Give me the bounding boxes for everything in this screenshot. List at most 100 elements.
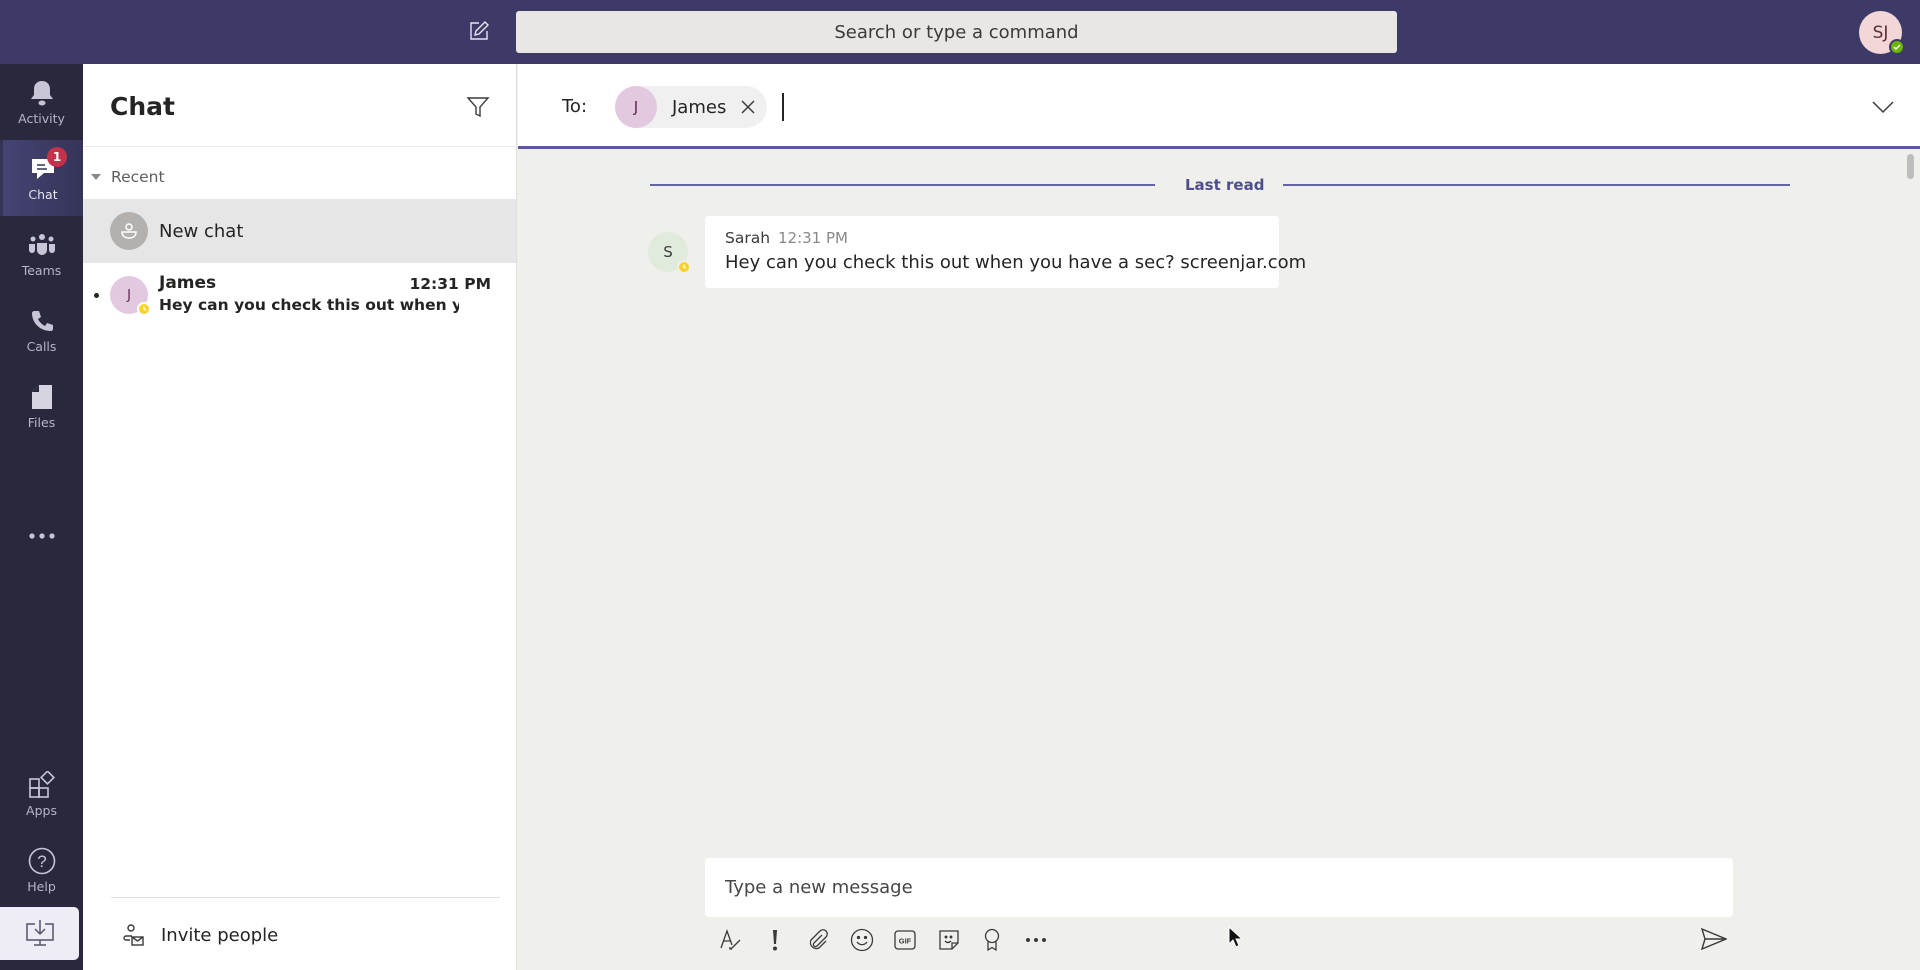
chat-list-header: Chat <box>83 64 517 147</box>
away-status-icon <box>137 302 151 316</box>
last-read-divider: Last read <box>650 176 1790 194</box>
emoji-button[interactable] <box>849 927 875 953</box>
profile-initials: SJ <box>1872 22 1889 43</box>
message-author: Sarah <box>725 229 771 247</box>
recent-section-toggle[interactable]: Recent <box>91 166 165 188</box>
send-icon <box>1701 928 1727 950</box>
compose-box <box>705 858 1733 917</box>
invite-people-button[interactable]: Invite people <box>111 914 278 956</box>
top-bar: Search or type a command SJ <box>0 0 1920 64</box>
recent-section-label: Recent <box>111 168 165 186</box>
person-icon <box>121 223 137 239</box>
ellipsis-icon <box>28 533 55 539</box>
gif-button[interactable]: GIF <box>892 927 918 953</box>
text-caret <box>782 93 784 121</box>
send-button[interactable] <box>1698 924 1730 954</box>
sticker-icon <box>938 930 959 950</box>
chat-name: James <box>159 273 217 293</box>
message-bubble[interactable]: Sarah 12:31 PM Hey can you check this ou… <box>705 216 1306 288</box>
remove-recipient-button[interactable] <box>738 97 758 117</box>
recipient-bar: To: J James <box>518 64 1920 149</box>
teams-icon <box>28 231 56 259</box>
new-chat-avatar <box>110 212 148 250</box>
list-item-chat[interactable]: J James 12:31 PM Hey can you check this … <box>83 263 516 327</box>
download-desktop-app-button[interactable] <box>0 907 79 960</box>
app-rail: Activity 1 Chat Teams Calls Files Apps ?… <box>0 64 86 970</box>
rail-item-teams[interactable]: Teams <box>0 216 83 292</box>
expand-recipients-button[interactable] <box>1870 94 1896 120</box>
file-icon <box>28 383 56 411</box>
rail-label: Apps <box>26 802 57 818</box>
rail-item-files[interactable]: Files <box>0 368 83 444</box>
rail-label: Calls <box>26 338 57 354</box>
message-time: 12:31 PM <box>778 229 848 247</box>
more-options-button[interactable] <box>1023 927 1049 953</box>
scrollbar[interactable] <box>1907 154 1914 179</box>
rail-item-apps[interactable]: Apps <box>0 756 83 832</box>
filter-icon <box>466 97 490 118</box>
search-command-box[interactable]: Search or type a command <box>516 11 1397 53</box>
chevron-down-icon <box>1872 101 1894 114</box>
caret-down-icon <box>91 174 101 180</box>
format-button[interactable] <box>718 927 744 953</box>
search-placeholder: Search or type a command <box>834 21 1079 43</box>
divider <box>1283 184 1790 186</box>
recipient-name: James <box>672 96 727 118</box>
chat-icon: 1 <box>29 146 67 183</box>
page-title: Chat <box>110 92 175 121</box>
praise-icon <box>984 928 1000 952</box>
praise-button[interactable] <box>979 927 1005 953</box>
rail-label: Chat <box>28 186 58 202</box>
more-options-icon <box>1025 938 1046 942</box>
attach-button[interactable] <box>805 927 831 953</box>
unread-badge: 1 <box>47 146 67 167</box>
rail-item-help[interactable]: ? Help <box>0 832 83 908</box>
sticker-button[interactable] <box>936 927 962 953</box>
divider <box>650 184 1155 186</box>
avatar-initial: J <box>633 98 639 116</box>
compose-icon <box>470 21 489 40</box>
new-chat-label: New chat <box>159 220 244 242</box>
recipient-input[interactable] <box>780 92 1580 124</box>
profile-avatar[interactable]: SJ <box>1859 11 1905 55</box>
message-text: Hey can you check this out when you have… <box>725 252 1307 273</box>
chat-time: 12:31 PM <box>409 275 491 293</box>
to-label: To: <box>562 96 588 117</box>
teams-app: Search or type a command SJ Activity 1 C… <box>0 0 1920 970</box>
filter-button[interactable] <box>465 94 491 120</box>
avatar: J <box>110 276 151 316</box>
unread-indicator <box>94 293 99 298</box>
invite-people-label: Invite people <box>161 924 279 946</box>
avatar-initial: J <box>127 287 131 303</box>
list-item-new-chat[interactable]: New chat <box>83 199 516 263</box>
message-area: Last read S Sarah 12:31 PM Hey can you c… <box>518 152 1920 970</box>
new-chat-button[interactable] <box>466 18 492 44</box>
available-status-icon <box>1889 39 1905 55</box>
help-icon: ? <box>28 847 56 875</box>
avatar: S <box>648 232 691 274</box>
divider <box>111 897 500 898</box>
rail-item-calls[interactable]: Calls <box>0 292 83 368</box>
rail-item-activity[interactable]: Activity <box>0 64 83 140</box>
rail-label: Help <box>27 878 56 894</box>
avatar: J <box>615 86 657 128</box>
emoji-icon <box>850 928 873 952</box>
rail-label: Teams <box>21 262 62 278</box>
rail-item-chat[interactable]: 1 Chat <box>0 140 86 216</box>
format-icon <box>720 929 741 950</box>
phone-icon <box>28 307 56 335</box>
chat-list-panel: Chat Recent New chat J James 12:31 PM He… <box>83 64 517 970</box>
rail-label: Files <box>27 414 56 430</box>
recipient-pill[interactable]: J James <box>615 86 767 128</box>
more-apps-button[interactable] <box>0 511 83 561</box>
apps-icon <box>28 770 56 799</box>
gif-icon: GIF <box>894 930 916 950</box>
mouse-pointer-icon <box>1228 926 1244 948</box>
download-desktop-icon <box>25 919 54 946</box>
bell-icon <box>28 79 56 107</box>
away-status-icon <box>677 260 691 274</box>
last-read-label: Last read <box>1185 176 1265 194</box>
attach-icon <box>809 929 828 950</box>
important-button[interactable] <box>762 927 788 953</box>
message-input[interactable] <box>725 858 1705 917</box>
